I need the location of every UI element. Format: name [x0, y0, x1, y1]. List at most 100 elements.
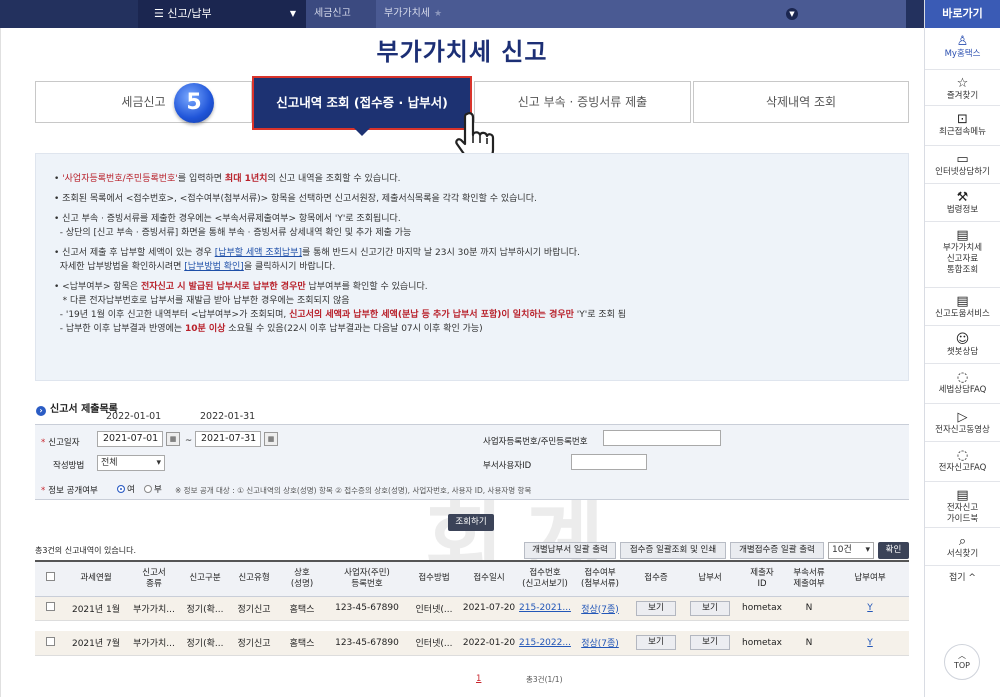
dept-user-input[interactable]: [571, 454, 647, 470]
menu-dropdown[interactable]: ☰ 신고/납부 ▼: [138, 0, 306, 28]
chat-bubble-icon: ◌: [956, 370, 969, 385]
bizno-label: 사업자등록번호/주민등록번호: [483, 437, 588, 447]
breadcrumb-vat[interactable]: 부가가치세 ★ ▼: [376, 0, 906, 28]
sidebar-title: 바로가기: [925, 0, 1000, 28]
sidebar-item-guidebook[interactable]: ▤ 전자신고 가이드북: [925, 482, 1000, 528]
view-receipt-button[interactable]: 보기: [636, 600, 676, 616]
radio-off-icon: [144, 485, 152, 493]
disclose-note: ※ 정보 공개 대상 : ① 신고내역의 상호(성명) 항목 ② 접수증의 상호…: [175, 486, 532, 495]
method-label: 작성방법: [53, 461, 85, 471]
breadcrumb-tax[interactable]: 세금신고: [306, 0, 376, 28]
col-paid: 납부여부: [831, 560, 909, 597]
sidebar-item-chatbot[interactable]: ☺ 챗봇상담: [925, 326, 1000, 364]
notice-line-9: - '19년 1월 이후 신고한 내역부터 <납부여부>가 조회되며, 신고서의…: [59, 310, 627, 320]
col-period: 과세연월: [65, 560, 127, 597]
select-all-checkbox[interactable]: [35, 560, 65, 597]
notice-line-7: • <납부여부> 항목은 전자신고 시 발급된 납부서로 납부한 경우만 납부여…: [54, 282, 428, 292]
tab-deleted-history[interactable]: 삭제내역 조회: [693, 81, 909, 123]
print-receipt-all-button[interactable]: 접수증 일괄조회 및 인쇄: [620, 542, 726, 559]
period-label: * 신고일자: [41, 438, 80, 448]
col-kind: 신고서 종류: [127, 560, 181, 597]
receipt-number-link[interactable]: 215-2021...: [519, 603, 571, 613]
row-checkbox[interactable]: [35, 596, 65, 621]
tab-return-history[interactable]: 신고내역 조회 (접수증 · 납부서): [252, 76, 472, 136]
pay-lookup-link[interactable]: [납부할 세액 조회납부]: [215, 248, 302, 258]
date-from-input[interactable]: 2021-07-01: [97, 431, 163, 447]
date-to-input[interactable]: 2021-07-31: [195, 431, 261, 447]
disclose-label: * 정보 공개여부: [41, 486, 98, 496]
sidebar-collapse-button[interactable]: 접기 ^: [925, 566, 1000, 583]
chat-bubble-icon: ◌: [956, 448, 969, 463]
pay-method-link[interactable]: [납부방법 확인]: [184, 262, 244, 272]
sidebar-item-law-info[interactable]: ⚒ 법령정보: [925, 184, 1000, 222]
pager-current-page[interactable]: 1: [476, 674, 481, 684]
sidebar-item-vat-data[interactable]: ▤ 부가가치세 신고자료 통합조회: [925, 222, 1000, 288]
col-name: 상호 (성명): [279, 560, 325, 597]
row-spacer: [35, 620, 909, 631]
date-hint-from: 2022-01-01: [106, 411, 162, 422]
confirm-button[interactable]: 확인: [878, 542, 909, 559]
col-no: 접수번호 (신고서보기): [519, 560, 571, 597]
laptop-icon: ▭: [956, 152, 969, 167]
method-select[interactable]: 전체: [97, 455, 165, 471]
calendar-icon[interactable]: ▦: [166, 432, 180, 446]
receipt-number-link[interactable]: 215-2022...: [519, 638, 571, 648]
table-row: 2021년 7월 부가가치... 정기(확... 정기신고 홈택스 123-45…: [35, 631, 909, 656]
table-header-row: 과세연월 신고서 종류 신고구분 신고유형 상호 (성명) 사업자(주민) 등록…: [35, 560, 909, 597]
date-hint-to: 2022-01-31: [200, 411, 256, 422]
paid-link[interactable]: Y: [867, 638, 873, 648]
table-row: 2021년 1월 부가가치... 정기(확... 정기신고 홈택스 123-45…: [35, 596, 909, 621]
print-each-receipt-button[interactable]: 개별접수증 일괄 출력: [730, 542, 824, 559]
chevron-down-icon: ▼: [289, 9, 296, 18]
favorite-star-icon[interactable]: ★: [434, 9, 442, 19]
tilde: ~: [185, 436, 193, 446]
chevron-circle-icon[interactable]: ▼: [786, 8, 798, 20]
sidebar-item-form-search[interactable]: ⌕ 서식찾기: [925, 528, 1000, 566]
disclose-no-radio[interactable]: 부: [144, 483, 162, 495]
status-link[interactable]: 정상(7종): [581, 605, 619, 615]
tab-file-return[interactable]: 세금신고: [35, 81, 252, 123]
radio-on-icon: [117, 485, 125, 493]
sidebar-item-favorites[interactable]: ☆ 즐겨찾기: [925, 70, 1000, 106]
tab-submit-documents[interactable]: 신고 부속 · 증빙서류 제출: [474, 81, 691, 123]
notice-line-5: • 신고서 제출 후 납부할 세액이 있는 경우 [납부할 세액 조회납부]를 …: [54, 248, 580, 258]
page-size-select[interactable]: 10건: [828, 542, 874, 559]
result-table: 과세연월 신고서 종류 신고구분 신고유형 상호 (성명) 사업자(주민) 등록…: [35, 560, 909, 656]
status-link[interactable]: 정상(7종): [581, 639, 619, 649]
menu-label: 신고/납부: [167, 7, 212, 20]
notice-line-10: - 납부한 이후 납부결과 반영에는 10분 이상 소요될 수 있음(22시 이…: [59, 324, 483, 334]
page-title: 부가가치세 신고: [376, 38, 548, 66]
sidebar-item-my-hometax[interactable]: ♙ My홈택스: [925, 28, 1000, 70]
menu-icon: ☰: [154, 7, 164, 20]
col-receipt: 접수증: [629, 560, 683, 597]
disclose-yes-radio[interactable]: 여: [117, 483, 135, 495]
col-attach: 부속서류 제출여부: [787, 560, 831, 597]
sidebar-item-help-service[interactable]: ▤ 신고도움서비스: [925, 288, 1000, 326]
notice-line-3: • 신고 부속 · 증빙서류를 제출한 경우에는 <부속서류제출여부> 항목에서…: [54, 214, 401, 224]
view-payment-button[interactable]: 보기: [690, 600, 730, 616]
chevron-up-icon: ︿: [958, 651, 966, 660]
sidebar-item-recent-menu[interactable]: ⊡ 최근접속메뉴: [925, 106, 1000, 146]
quick-links-sidebar: 바로가기 ♙ My홈택스 ☆ 즐겨찾기 ⊡ 최근접속메뉴 ▭ 인터넷상담하기 ⚒ 법령정보…: [924, 0, 1000, 697]
notice-line-8: * 다른 전자납부번호로 납부서를 재발급 받아 납부한 경우에는 조회되지 않…: [62, 296, 350, 306]
scroll-top-button[interactable]: ︿ TOP: [944, 644, 980, 680]
notice-box: • '사업자등록번호/주민등록번호'를 입력하면 최대 1년치의 신고 내역을 …: [35, 153, 909, 381]
sidebar-item-online-consult[interactable]: ▭ 인터넷상담하기: [925, 146, 1000, 184]
notice-line-6: 자세한 납부방법을 확인하시려면 [납부방법 확인]을 클릭하시기 바랍니다.: [59, 262, 336, 272]
sidebar-item-efiling-faq[interactable]: ◌ 전자신고FAQ: [925, 442, 1000, 482]
search-button[interactable]: 조회하기: [448, 514, 494, 531]
bizno-input[interactable]: [603, 430, 721, 446]
view-payment-button[interactable]: 보기: [690, 635, 730, 651]
book-icon: ▤: [956, 294, 969, 309]
paid-link[interactable]: Y: [867, 603, 873, 613]
view-receipt-button[interactable]: 보기: [636, 635, 676, 651]
print-pay-all-button[interactable]: 개별납부서 일괄 출력: [524, 542, 616, 559]
row-checkbox[interactable]: [35, 631, 65, 656]
sidebar-item-efiling-video[interactable]: ▷ 전자신고동영상: [925, 404, 1000, 442]
document-search-icon: ⊡: [957, 112, 968, 127]
sidebar-item-tax-faq[interactable]: ◌ 세법상담FAQ: [925, 364, 1000, 404]
pager-total: 총3건(1/1): [526, 675, 563, 684]
col-type: 신고유형: [229, 560, 279, 597]
calendar-icon[interactable]: ▦: [264, 432, 278, 446]
notice-line-2: • 조회된 목록에서 <접수번호>, <접수여부(첨부서류)> 항목을 선택하면…: [54, 194, 537, 204]
